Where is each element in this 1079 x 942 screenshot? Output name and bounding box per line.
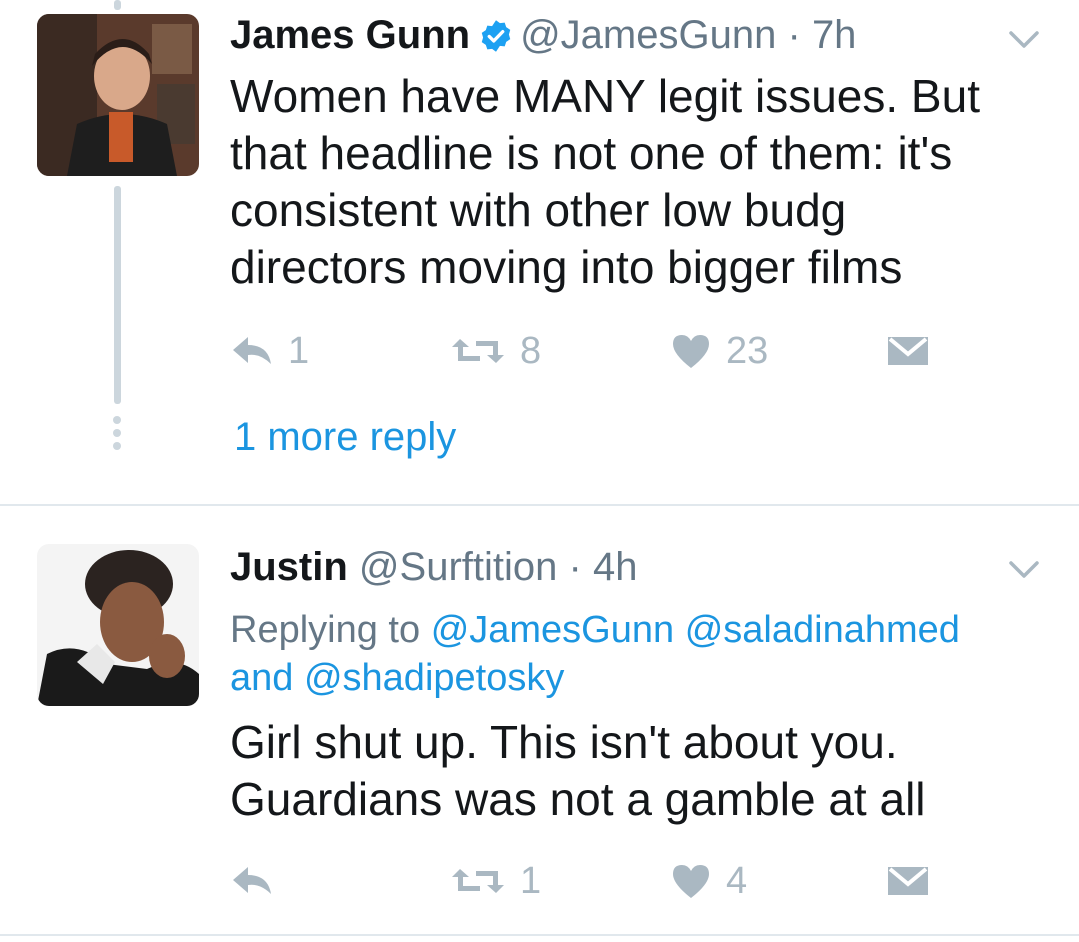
retweet-button[interactable]: 1 <box>450 856 541 906</box>
display-name[interactable]: Justin <box>230 545 348 589</box>
divider <box>0 934 1079 936</box>
retweet-icon <box>450 333 506 369</box>
direct-message-icon <box>886 864 930 898</box>
avatar[interactable] <box>37 14 199 176</box>
chevron-down-icon[interactable] <box>1007 558 1041 582</box>
direct-message-icon <box>886 334 930 368</box>
reply-button[interactable]: 1 <box>230 326 309 376</box>
tweet-header: James Gunn @JamesGunn · 7h <box>230 12 856 64</box>
like-count: 4 <box>726 859 748 902</box>
thread-line-top <box>114 0 121 10</box>
separator: · <box>568 545 582 589</box>
thread-line <box>114 186 121 404</box>
replying-and[interactable]: and <box>230 657 293 699</box>
like-count: 23 <box>726 329 769 372</box>
retweet-count: 8 <box>520 329 542 372</box>
reply-icon <box>230 333 274 369</box>
verified-badge-icon <box>478 18 514 64</box>
retweet-icon <box>450 863 506 899</box>
timestamp[interactable]: 7h <box>812 13 857 57</box>
retweet-button[interactable]: 8 <box>450 326 541 376</box>
timestamp[interactable]: 4h <box>593 545 638 589</box>
tweet-text: Girl shut up. This isn't about you. Guar… <box>230 716 926 825</box>
heart-icon <box>670 332 712 370</box>
separator: · <box>787 13 801 57</box>
tweet-header: Justin @Surftition · 4h <box>230 544 637 590</box>
reply-icon <box>230 863 274 899</box>
user-handle[interactable]: @JamesGunn <box>520 13 776 57</box>
chevron-down-icon[interactable] <box>1007 28 1041 52</box>
like-button[interactable]: 4 <box>670 856 747 906</box>
user-handle[interactable]: @Surftition <box>359 545 557 589</box>
mention-link[interactable]: @JamesGunn <box>431 609 674 651</box>
like-button[interactable]: 23 <box>670 326 768 376</box>
display-name[interactable]: James Gunn <box>230 13 470 57</box>
avatar[interactable] <box>37 544 199 706</box>
divider <box>0 504 1079 506</box>
mention-link[interactable]: @saladinahmed <box>685 609 960 651</box>
more-replies-link[interactable]: 1 more reply <box>234 412 456 462</box>
replying-to: Replying to @JamesGunn @saladinahmed and… <box>230 606 1050 702</box>
direct-message-button[interactable] <box>886 326 930 376</box>
retweet-count: 1 <box>520 859 542 902</box>
replying-label: Replying to <box>230 609 421 651</box>
tweet-actions: 1 4 <box>230 856 950 906</box>
thread-more-dots <box>108 416 126 455</box>
tweet-text: Women have MANY legit issues. But that h… <box>230 70 980 293</box>
heart-icon <box>670 862 712 900</box>
reply-button[interactable] <box>230 856 288 906</box>
reply-count: 1 <box>288 329 310 372</box>
direct-message-button[interactable] <box>886 856 930 906</box>
tweet-actions: 1 8 23 <box>230 326 950 376</box>
mention-link[interactable]: @shadipetosky <box>304 657 564 699</box>
